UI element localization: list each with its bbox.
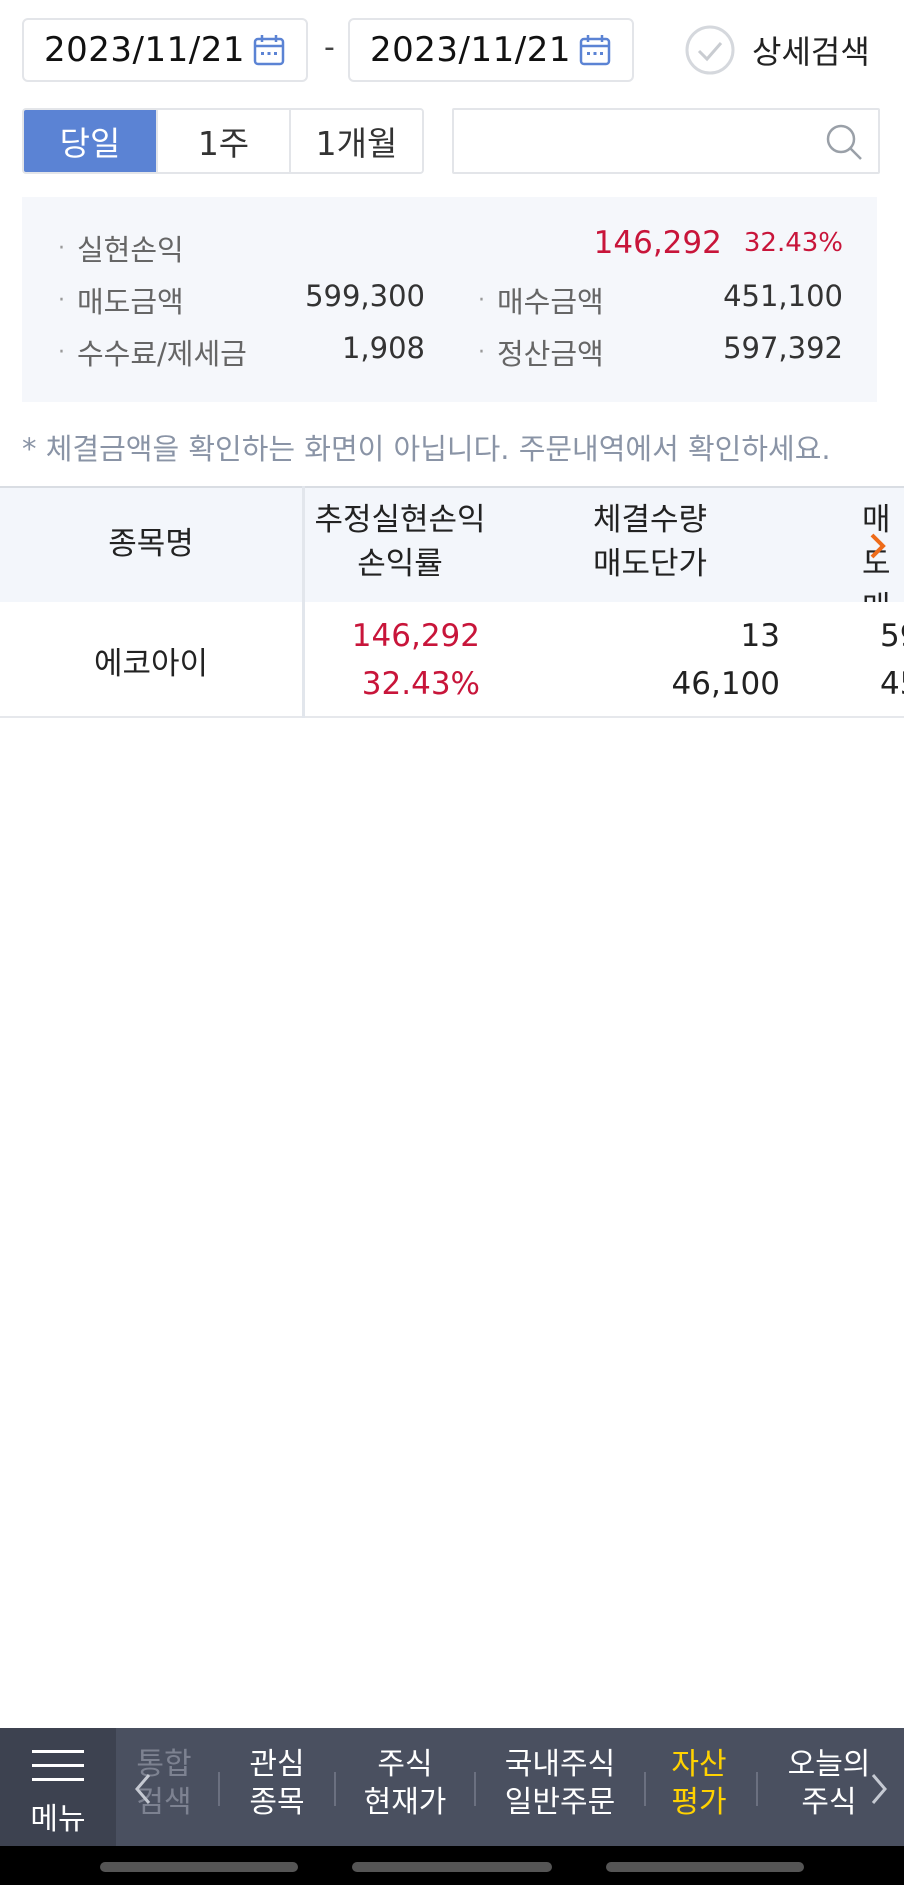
chevron-right-icon[interactable]	[868, 1772, 890, 1806]
nav-asset-evaluation[interactable]: 자산 평가	[664, 1746, 734, 1822]
detail-search-label: 상세검색	[752, 33, 870, 71]
menu-button[interactable]: 메뉴	[0, 1728, 116, 1846]
col-sell-price-title: 매도단가	[592, 546, 708, 582]
sell-amount-label: 매도금액	[77, 285, 184, 319]
fee-label: 수수료/제세금	[77, 337, 247, 371]
table-row[interactable]: 에코아이 146,292 32.43% 13 46,100 59 45	[0, 602, 904, 718]
settle-amount-label-row: · 정산금액	[478, 331, 604, 373]
tab-1week[interactable]: 1주	[156, 110, 289, 172]
period-tabs: 당일 1주 1개월	[22, 108, 424, 174]
end-date-field[interactable]: 2023/11/21	[348, 18, 634, 82]
notice-text: * 체결금액을 확인하는 화면이 아닙니다. 주문내역에서 확인하세요.	[22, 432, 831, 466]
col-est-profit-title: 추정실현손익	[314, 502, 486, 538]
nav-today-stock-line2: 주식	[801, 1785, 857, 1820]
search-icon[interactable]	[824, 122, 864, 162]
nav-today-stock[interactable]: 오늘의 주식	[780, 1746, 878, 1822]
row-sell-amount: 59	[880, 618, 904, 654]
system-nav-bar	[0, 1846, 904, 1885]
menu-label: 메뉴	[30, 1802, 86, 1837]
sell-amount-label-row: · 매도금액	[58, 279, 184, 321]
calendar-icon[interactable]	[252, 33, 286, 67]
summary-panel: · 실현손익 146,292 32.43% · 매도금액 599,300 · 매수금액…	[22, 197, 877, 402]
nav-separator	[644, 1772, 646, 1806]
nav-separator	[756, 1772, 758, 1806]
row-est-profit: 146,292	[351, 618, 480, 654]
col-qty-title: 체결수량	[592, 502, 708, 538]
nav-domestic-order-line2: 일반주문	[504, 1785, 616, 1820]
system-home-button[interactable]	[352, 1862, 552, 1872]
row-profit-rate: 32.43%	[361, 666, 480, 702]
buy-amount-label: 매수금액	[497, 285, 604, 319]
chevron-left-icon[interactable]	[132, 1772, 154, 1806]
settle-amount-value: 597,392	[723, 331, 843, 365]
stock-search-input[interactable]	[452, 108, 880, 174]
nav-separator	[218, 1772, 220, 1806]
fee-value: 1,908	[341, 331, 425, 365]
nav-domestic-order-line1: 국내주식	[504, 1747, 616, 1782]
col-est-profit: 추정실현손익 손익률	[305, 498, 495, 586]
nav-current-price[interactable]: 주식 현재가	[354, 1746, 456, 1822]
hamburger-icon	[32, 1750, 84, 1781]
chevron-right-icon[interactable]	[868, 532, 888, 560]
nav-asset-evaluation-line2: 평가	[671, 1785, 727, 1820]
realized-profit-label-row: · 실현손익	[58, 227, 184, 269]
nav-current-price-line1: 주식	[377, 1747, 433, 1782]
table-header: 종목명 추정실현손익 손익률 체결수량 매도단가 매도 매수	[0, 486, 904, 670]
nav-domestic-order[interactable]: 국내주식 일반주문	[494, 1746, 626, 1822]
system-back-button[interactable]	[606, 1862, 804, 1872]
realized-profit-value: 146,292	[593, 225, 722, 261]
tab-today[interactable]: 당일	[24, 110, 156, 172]
nav-separator	[334, 1772, 336, 1806]
nav-watchlist-line2: 종목	[249, 1785, 305, 1820]
start-date-field[interactable]: 2023/11/21	[22, 18, 308, 82]
buy-amount-value: 451,100	[723, 279, 843, 313]
nav-watchlist-line1: 관심	[249, 1747, 305, 1782]
nav-watchlist[interactable]: 관심 종목	[236, 1746, 318, 1822]
system-recent-button[interactable]	[100, 1862, 298, 1872]
realized-profit-values: 146,292 32.43%	[594, 225, 843, 261]
row-sell-price: 46,100	[671, 666, 780, 702]
row-buy-amount: 45	[880, 666, 904, 702]
col-stock-name: 종목명	[108, 526, 194, 562]
frozen-column-divider	[302, 486, 305, 718]
nav-separator	[474, 1772, 476, 1806]
realized-profit-label: 실현손익	[77, 233, 184, 267]
nav-current-price-line2: 현재가	[363, 1785, 447, 1820]
col-profit-rate-title: 손익률	[357, 546, 443, 582]
sell-amount-value: 599,300	[305, 279, 425, 313]
buy-amount-label-row: · 매수금액	[478, 279, 604, 321]
detail-search-toggle[interactable]: 상세검색	[684, 24, 870, 76]
start-date-value: 2023/11/21	[44, 30, 245, 70]
row-stock-name: 에코아이	[93, 646, 209, 682]
tab-1month[interactable]: 1개월	[289, 110, 422, 172]
col-qty-price: 체결수량 매도단가	[560, 498, 740, 586]
settle-amount-label: 정산금액	[497, 337, 604, 371]
row-qty: 13	[740, 618, 780, 654]
date-separator: -	[324, 30, 335, 65]
check-circle-icon[interactable]	[684, 24, 736, 76]
realized-profit-rate: 32.43%	[743, 228, 843, 258]
end-date-value: 2023/11/21	[370, 30, 571, 70]
calendar-icon[interactable]	[578, 33, 612, 67]
fee-label-row: · 수수료/제세금	[58, 331, 247, 373]
bottom-nav: 메뉴 통합 검색 관심 종목 주식 현재가 국내주식 일반주문 자산 평가 오늘…	[0, 1728, 904, 1846]
nav-asset-evaluation-line1: 자산	[671, 1747, 727, 1782]
nav-today-stock-line1: 오늘의	[787, 1747, 871, 1782]
